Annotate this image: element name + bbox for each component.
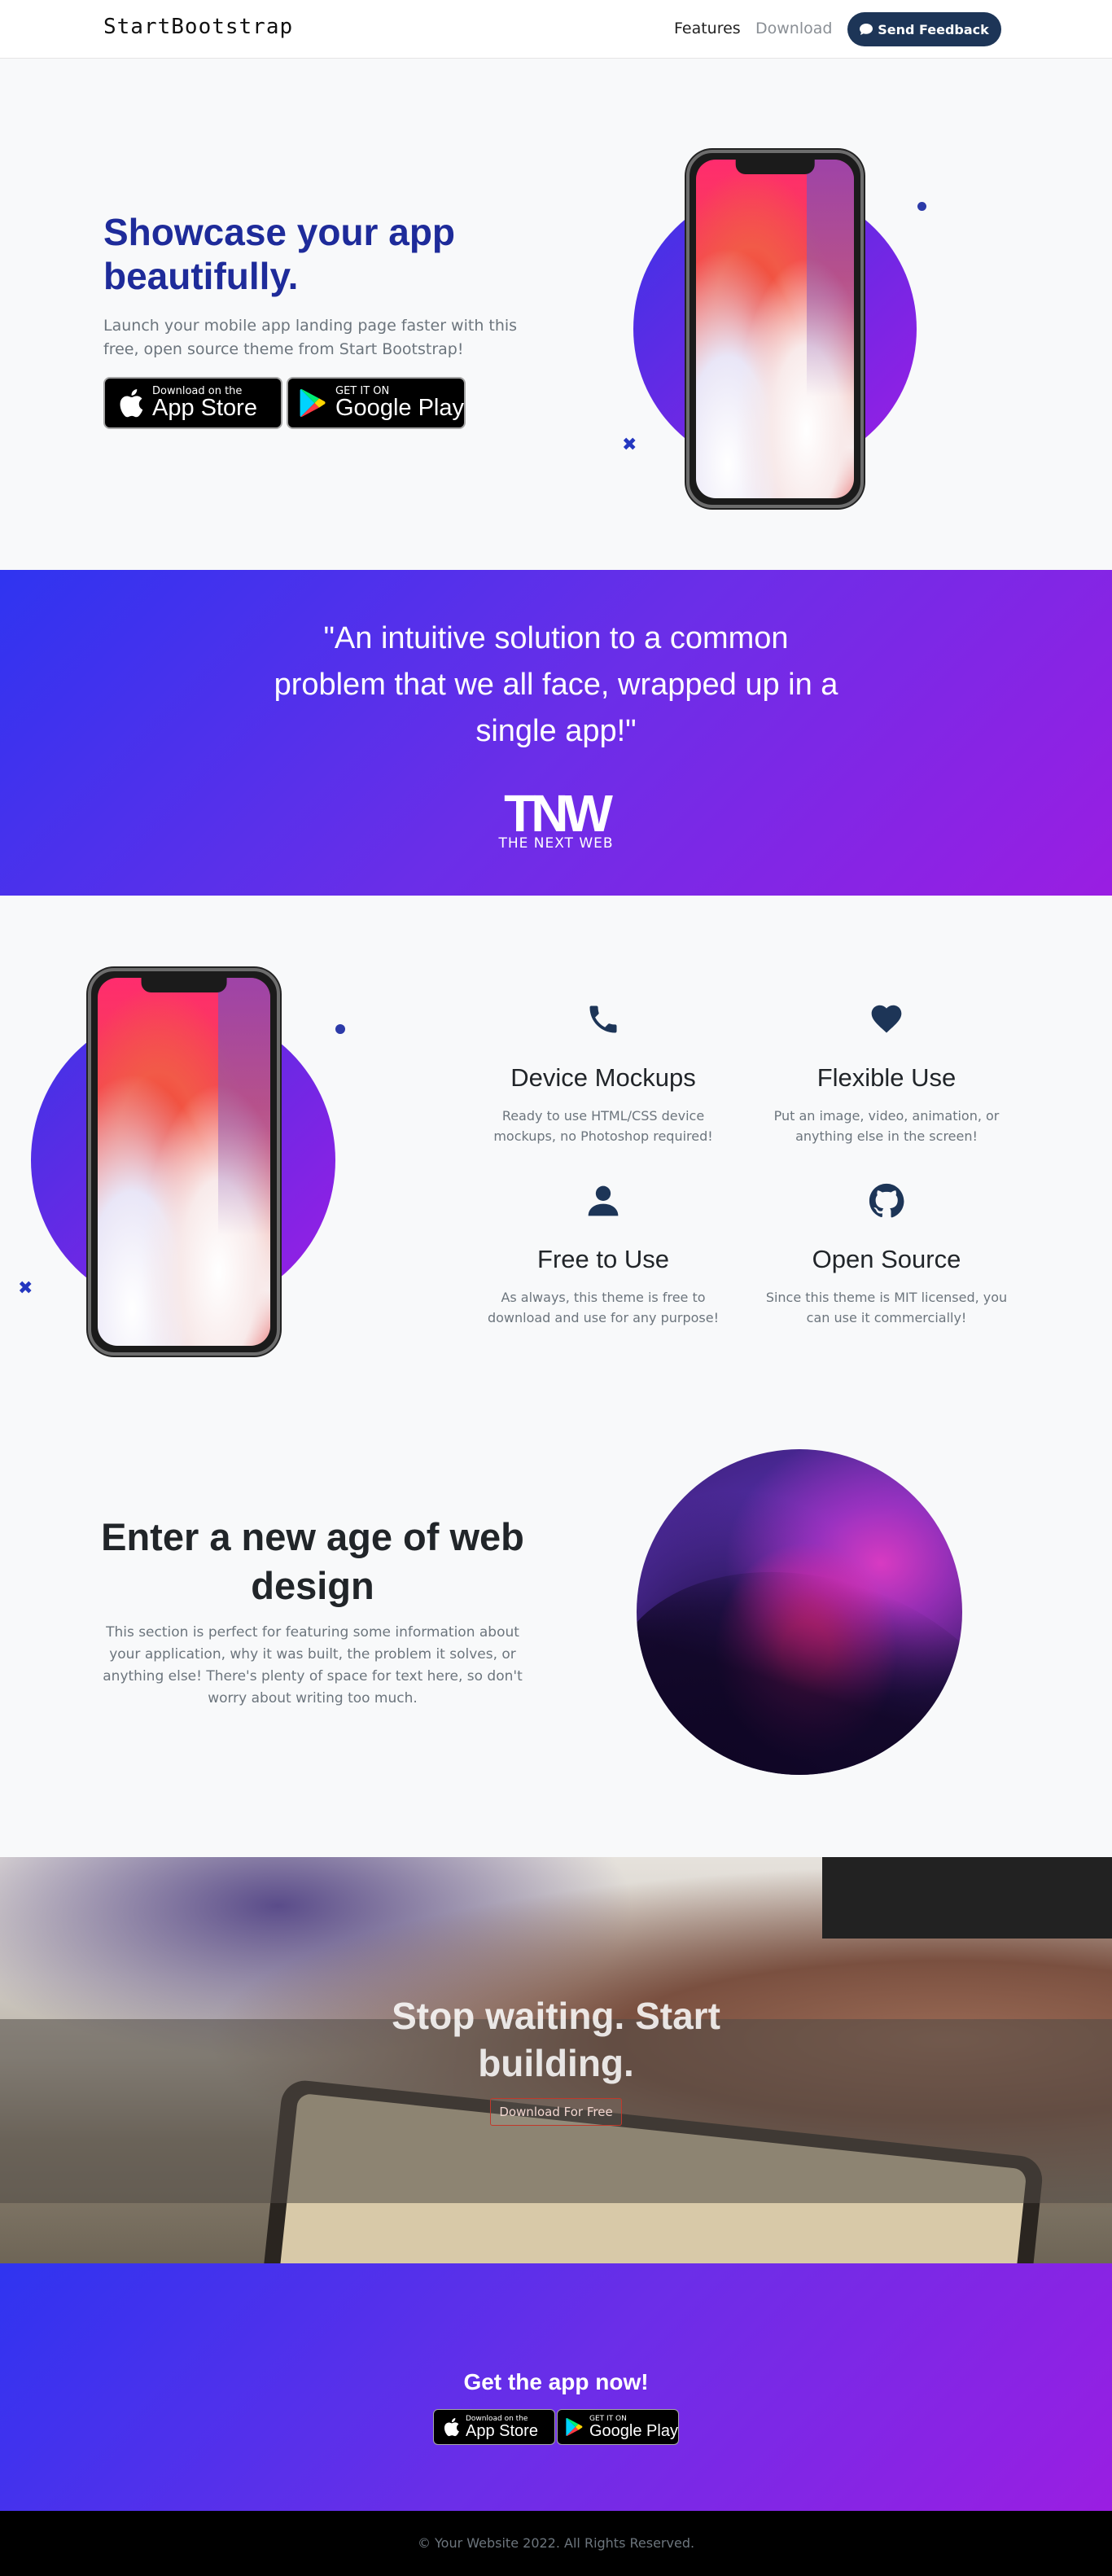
- features-decor-dot: [335, 1024, 345, 1034]
- navbar: StartBootstrap Features Download Send Fe…: [0, 0, 1112, 59]
- features-decor-x-icon: ✖: [18, 1278, 33, 1299]
- footer-copyright: © Your Website 2022. All Rights Reserved…: [417, 2535, 695, 2551]
- background-monitor-shape: [822, 1857, 1112, 1939]
- hero-decor-dot: [917, 202, 926, 211]
- feature-title: Open Source: [812, 1245, 961, 1273]
- chat-bubble-icon: [860, 24, 873, 35]
- google-play-icon: [300, 388, 326, 418]
- feature-text: Since this theme is MIT licensed, you ca…: [765, 1290, 1008, 1325]
- app-store-big-text: App Store: [152, 395, 257, 421]
- phone-notch: [735, 160, 815, 174]
- phone-notch: [141, 978, 227, 992]
- hero-phone-mockup: [686, 150, 864, 508]
- feature-title: Flexible Use: [816, 1063, 957, 1092]
- google-play-icon: [566, 2417, 583, 2437]
- tnw-logo-word: TNW: [504, 784, 613, 843]
- web-design-section: Enter a new age of web design This secti…: [0, 1384, 1112, 1856]
- phone-icon: [589, 1005, 617, 1033]
- web-design-text: This section is perfect for featuring so…: [103, 1624, 523, 1706]
- tnw-logo: TNW THE NEXT WEB: [488, 784, 624, 853]
- feature-text: Put an image, video, animation, or anyth…: [773, 1108, 1000, 1144]
- testimonial-section: "An intuitive solution to a common probl…: [0, 570, 1112, 896]
- web-design-title: Enter a new age of web design: [101, 1515, 524, 1607]
- feature-free-to-use: Free to Use As always, this theme is fre…: [473, 1183, 733, 1328]
- testimonial-quote: "An intuitive solution to a common probl…: [274, 621, 838, 748]
- feature-title: Device Mockups: [510, 1063, 696, 1092]
- hero-title: Showcase your app beautifully.: [103, 211, 456, 297]
- send-feedback-label: Send Feedback: [878, 21, 989, 37]
- google-play-badge[interactable]: GET IT ON Google Play: [557, 2409, 679, 2445]
- google-play-badge[interactable]: GET IT ON Google Play: [287, 377, 466, 429]
- app-store-badge[interactable]: Download on the App Store: [103, 377, 282, 429]
- footer: © Your Website 2022. All Rights Reserved…: [0, 2511, 1112, 2576]
- get-app-title: Get the app now!: [463, 2369, 649, 2394]
- nav-link-download[interactable]: Download: [755, 20, 832, 37]
- person-icon: [588, 1185, 619, 1216]
- app-store-big-text: App Store: [466, 2421, 538, 2440]
- heart-icon: [871, 1005, 902, 1033]
- brand-logo[interactable]: StartBootstrap: [103, 15, 293, 39]
- feature-open-source: Open Source Since this theme is MIT lice…: [756, 1183, 1017, 1328]
- send-feedback-button[interactable]: Send Feedback: [847, 12, 1001, 46]
- hero-decor-x-icon: ✖: [622, 435, 637, 455]
- get-app-section: Get the app now! Download on the App Sto…: [0, 2263, 1112, 2511]
- cta-section: Stop waiting. Start building. Download F…: [0, 1857, 1112, 2263]
- app-store-badge[interactable]: Download on the App Store: [433, 2409, 555, 2445]
- github-icon: [869, 1183, 904, 1218]
- cta-title: Stop waiting. Start building.: [392, 1995, 720, 2084]
- feature-title: Free to Use: [537, 1245, 669, 1273]
- phone-screen: [696, 160, 854, 498]
- google-play-big-text: Google Play: [589, 2421, 678, 2440]
- google-play-big-text: Google Play: [335, 395, 464, 421]
- tnw-logo-caption: THE NEXT WEB: [498, 835, 614, 852]
- features-section: ✖ Device Mockups Ready to use HTML/CSS d…: [0, 896, 1112, 1384]
- hero-subtitle: Launch your mobile app landing page fast…: [103, 317, 518, 358]
- feature-device-mockups: Device Mockups Ready to use HTML/CSS dev…: [473, 1001, 733, 1146]
- download-for-free-button[interactable]: Download For Free: [490, 2098, 622, 2126]
- features-phone-mockup: [88, 968, 280, 1356]
- hero-section: Showcase your app beautifully. Launch yo…: [0, 59, 1112, 570]
- apple-icon: [120, 389, 143, 418]
- web-design-circle-image: [637, 1449, 962, 1775]
- phone-screen: [98, 978, 270, 1346]
- nav-link-features[interactable]: Features: [674, 20, 741, 37]
- feature-text: Ready to use HTML/CSS device mockups, no…: [493, 1108, 713, 1144]
- feature-text: As always, this theme is free to downloa…: [487, 1290, 720, 1325]
- apple-icon: [444, 2418, 459, 2437]
- feature-flexible-use: Flexible Use Put an image, video, animat…: [756, 1001, 1017, 1146]
